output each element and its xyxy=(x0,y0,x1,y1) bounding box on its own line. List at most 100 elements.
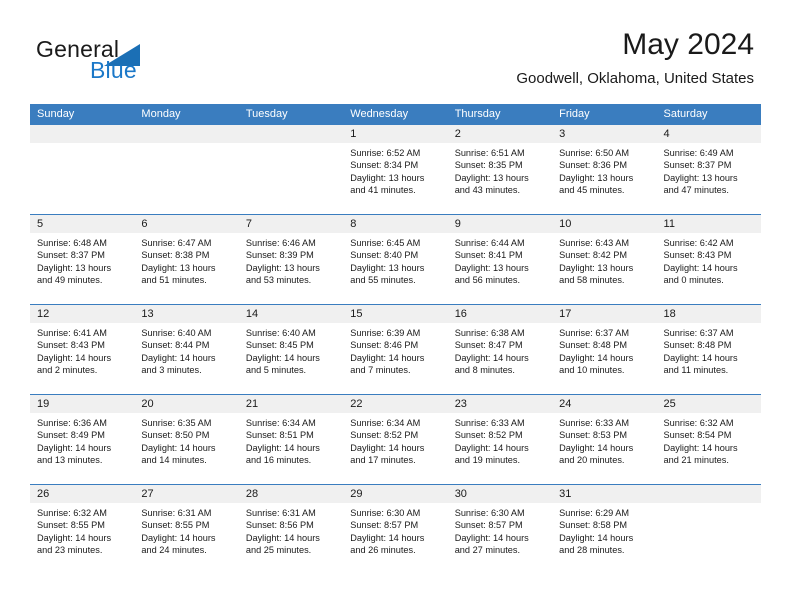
sunset-time: Sunset: 8:53 PM xyxy=(559,430,628,441)
day-sun-info: Sunrise: 6:40 AM Sunset: 8:45 PM Daylight:… xyxy=(239,323,343,377)
daylight-duration-line2: and 58 minutes. xyxy=(559,275,625,286)
day-number: 1 xyxy=(343,125,448,143)
title-block: May 2024 Goodwell, Oklahoma, United Stat… xyxy=(516,28,754,89)
daylight-duration-line1: Daylight: 13 hours xyxy=(37,262,112,273)
day-number: 25 xyxy=(656,395,761,413)
day-cell[interactable]: 4 Sunrise: 6:49 AM Sunset: 8:37 PM Daylight… xyxy=(656,125,761,214)
weekday-header-thursday: Thursday xyxy=(454,108,501,120)
day-number: 5 xyxy=(30,215,135,233)
sunset-time: Sunset: 8:43 PM xyxy=(37,340,105,351)
day-cell[interactable]: 20 Sunrise: 6:35 AM Sunset: 8:50 PM Dayligh… xyxy=(134,395,239,484)
sunrise-time: Sunrise: 6:40 AM xyxy=(245,328,316,338)
day-number: 3 xyxy=(552,125,657,143)
sunrise-time: Sunrise: 6:35 AM xyxy=(141,418,212,428)
day-cell[interactable]: 27 Sunrise: 6:31 AM Sunset: 8:55 PM Dayligh… xyxy=(134,485,239,574)
day-cell-empty xyxy=(30,125,135,214)
sunset-time: Sunset: 8:55 PM xyxy=(37,520,105,531)
sunset-time: Sunset: 8:57 PM xyxy=(454,520,523,531)
daylight-duration-line1: Daylight: 14 hours xyxy=(245,532,320,543)
day-cell[interactable]: 1 Sunrise: 6:52 AM Sunset: 8:34 PM Daylight… xyxy=(343,125,448,214)
day-number: 17 xyxy=(552,305,657,323)
day-cell[interactable]: 24 Sunrise: 6:33 AM Sunset: 8:53 PM Dayligh… xyxy=(552,395,657,484)
sunrise-time: Sunrise: 6:29 AM xyxy=(559,508,630,518)
day-cell[interactable]: 5 Sunrise: 6:48 AM Sunset: 8:37 PM Daylight… xyxy=(30,215,135,304)
day-cell[interactable]: 18 Sunrise: 6:37 AM Sunset: 8:48 PM Dayligh… xyxy=(656,305,761,394)
daylight-duration-line1: Daylight: 13 hours xyxy=(350,262,425,273)
daylight-duration-line2: and 13 minutes. xyxy=(37,455,103,466)
sunrise-time: Sunrise: 6:30 AM xyxy=(454,508,525,518)
day-cell[interactable]: 21 Sunrise: 6:34 AM Sunset: 8:51 PM Dayligh… xyxy=(238,395,344,484)
day-number xyxy=(134,125,239,143)
day-sun-info: Sunrise: 6:51 AM Sunset: 8:35 PM Daylight:… xyxy=(448,143,552,197)
daylight-duration-line2: and 27 minutes. xyxy=(454,545,521,556)
day-cell[interactable]: 29 Sunrise: 6:30 AM Sunset: 8:57 PM Dayligh… xyxy=(343,485,448,574)
day-cell[interactable]: 12 Sunrise: 6:41 AM Sunset: 8:43 PM Dayligh… xyxy=(30,305,135,394)
day-cell[interactable]: 26 Sunrise: 6:32 AM Sunset: 8:55 PM Dayligh… xyxy=(30,485,135,574)
sunset-time: Sunset: 8:52 PM xyxy=(454,430,523,441)
day-cell[interactable]: 31 Sunrise: 6:29 AM Sunset: 8:58 PM Dayligh… xyxy=(552,485,657,574)
daylight-duration-line2: and 41 minutes. xyxy=(350,185,416,196)
day-number: 29 xyxy=(343,485,448,503)
day-cell[interactable]: 15 Sunrise: 6:39 AM Sunset: 8:46 PM Dayligh… xyxy=(343,305,448,394)
sunrise-time: Sunrise: 6:33 AM xyxy=(559,418,630,428)
day-cell[interactable]: 14 Sunrise: 6:40 AM Sunset: 8:45 PM Dayligh… xyxy=(238,305,344,394)
daylight-duration-line2: and 55 minutes. xyxy=(350,275,416,286)
daylight-duration-line1: Daylight: 14 hours xyxy=(559,442,634,453)
daylight-duration-line2: and 45 minutes. xyxy=(559,185,625,196)
sunset-time: Sunset: 8:38 PM xyxy=(141,250,210,261)
day-sun-info: Sunrise: 6:29 AM Sunset: 8:58 PM Daylight:… xyxy=(552,503,656,557)
day-cell[interactable]: 23 Sunrise: 6:33 AM Sunset: 8:52 PM Dayligh… xyxy=(447,395,553,484)
weekday-header-wednesday: Wednesday xyxy=(350,108,409,120)
daylight-duration-line2: and 17 minutes. xyxy=(350,455,416,466)
day-cell[interactable]: 17 Sunrise: 6:37 AM Sunset: 8:48 PM Dayligh… xyxy=(552,305,657,394)
day-sun-info: Sunrise: 6:42 AM Sunset: 8:43 PM Daylight:… xyxy=(657,233,761,287)
day-cell[interactable]: 13 Sunrise: 6:40 AM Sunset: 8:44 PM Dayligh… xyxy=(134,305,239,394)
sunrise-time: Sunrise: 6:49 AM xyxy=(663,148,734,158)
sunrise-time: Sunrise: 6:33 AM xyxy=(454,418,525,428)
day-cell[interactable]: 10 Sunrise: 6:43 AM Sunset: 8:42 PM Dayligh… xyxy=(552,215,657,304)
day-cell[interactable]: 9 Sunrise: 6:44 AM Sunset: 8:41 PM Daylight… xyxy=(447,215,553,304)
day-sun-info: Sunrise: 6:49 AM Sunset: 8:37 PM Daylight:… xyxy=(657,143,761,197)
day-cell[interactable]: 25 Sunrise: 6:32 AM Sunset: 8:54 PM Dayligh… xyxy=(656,395,761,484)
daylight-duration-line1: Daylight: 13 hours xyxy=(559,262,634,273)
day-cell[interactable]: 28 Sunrise: 6:31 AM Sunset: 8:56 PM Dayligh… xyxy=(238,485,344,574)
day-number: 6 xyxy=(134,215,239,233)
sunset-time: Sunset: 8:54 PM xyxy=(663,430,732,441)
day-sun-info: Sunrise: 6:34 AM Sunset: 8:51 PM Daylight:… xyxy=(239,413,343,467)
sunset-time: Sunset: 8:55 PM xyxy=(141,520,210,531)
day-number: 28 xyxy=(238,485,344,503)
daylight-duration-line1: Daylight: 14 hours xyxy=(454,442,529,453)
sunset-time: Sunset: 8:36 PM xyxy=(559,160,628,171)
day-number xyxy=(30,125,135,143)
weekday-header-monday: Monday xyxy=(141,108,181,120)
daylight-duration-line1: Daylight: 14 hours xyxy=(37,532,112,543)
day-sun-info: Sunrise: 6:45 AM Sunset: 8:40 PM Daylight:… xyxy=(343,233,447,287)
sunrise-time: Sunrise: 6:51 AM xyxy=(454,148,525,158)
day-cell[interactable]: 11 Sunrise: 6:42 AM Sunset: 8:43 PM Dayligh… xyxy=(656,215,761,304)
day-number: 23 xyxy=(447,395,553,413)
day-sun-info: Sunrise: 6:33 AM Sunset: 8:53 PM Daylight:… xyxy=(552,413,656,467)
day-cell[interactable]: 19 Sunrise: 6:36 AM Sunset: 8:49 PM Dayligh… xyxy=(30,395,135,484)
day-sun-info: Sunrise: 6:31 AM Sunset: 8:56 PM Daylight:… xyxy=(239,503,343,557)
weekday-header-sunday: Sunday xyxy=(37,108,75,120)
day-cell[interactable]: 22 Sunrise: 6:34 AM Sunset: 8:52 PM Dayligh… xyxy=(343,395,448,484)
day-sun-info: Sunrise: 6:38 AM Sunset: 8:47 PM Daylight:… xyxy=(448,323,552,377)
day-number: 15 xyxy=(343,305,448,323)
day-number: 24 xyxy=(552,395,657,413)
daylight-duration-line1: Daylight: 14 hours xyxy=(245,442,320,453)
day-cell-empty xyxy=(134,125,239,214)
sunset-time: Sunset: 8:50 PM xyxy=(141,430,210,441)
daylight-duration-line2: and 26 minutes. xyxy=(350,545,416,556)
sunrise-time: Sunrise: 6:46 AM xyxy=(245,238,316,248)
day-cell[interactable]: 7 Sunrise: 6:46 AM Sunset: 8:39 PM Daylight… xyxy=(238,215,344,304)
general-blue-logo[interactable]: General Blue xyxy=(36,36,236,86)
day-cell[interactable]: 3 Sunrise: 6:50 AM Sunset: 8:36 PM Daylight… xyxy=(552,125,657,214)
day-cell[interactable]: 8 Sunrise: 6:45 AM Sunset: 8:40 PM Daylight… xyxy=(343,215,448,304)
location-subtitle: Goodwell, Oklahoma, United States xyxy=(516,70,754,87)
day-cell[interactable]: 6 Sunrise: 6:47 AM Sunset: 8:38 PM Daylight… xyxy=(134,215,239,304)
day-cell[interactable]: 30 Sunrise: 6:30 AM Sunset: 8:57 PM Dayligh… xyxy=(447,485,553,574)
day-cell[interactable]: 2 Sunrise: 6:51 AM Sunset: 8:35 PM Daylight… xyxy=(447,125,553,214)
day-cell[interactable]: 16 Sunrise: 6:38 AM Sunset: 8:47 PM Dayligh… xyxy=(447,305,553,394)
sunset-time: Sunset: 8:35 PM xyxy=(454,160,523,171)
daylight-duration-line1: Daylight: 14 hours xyxy=(37,442,112,453)
